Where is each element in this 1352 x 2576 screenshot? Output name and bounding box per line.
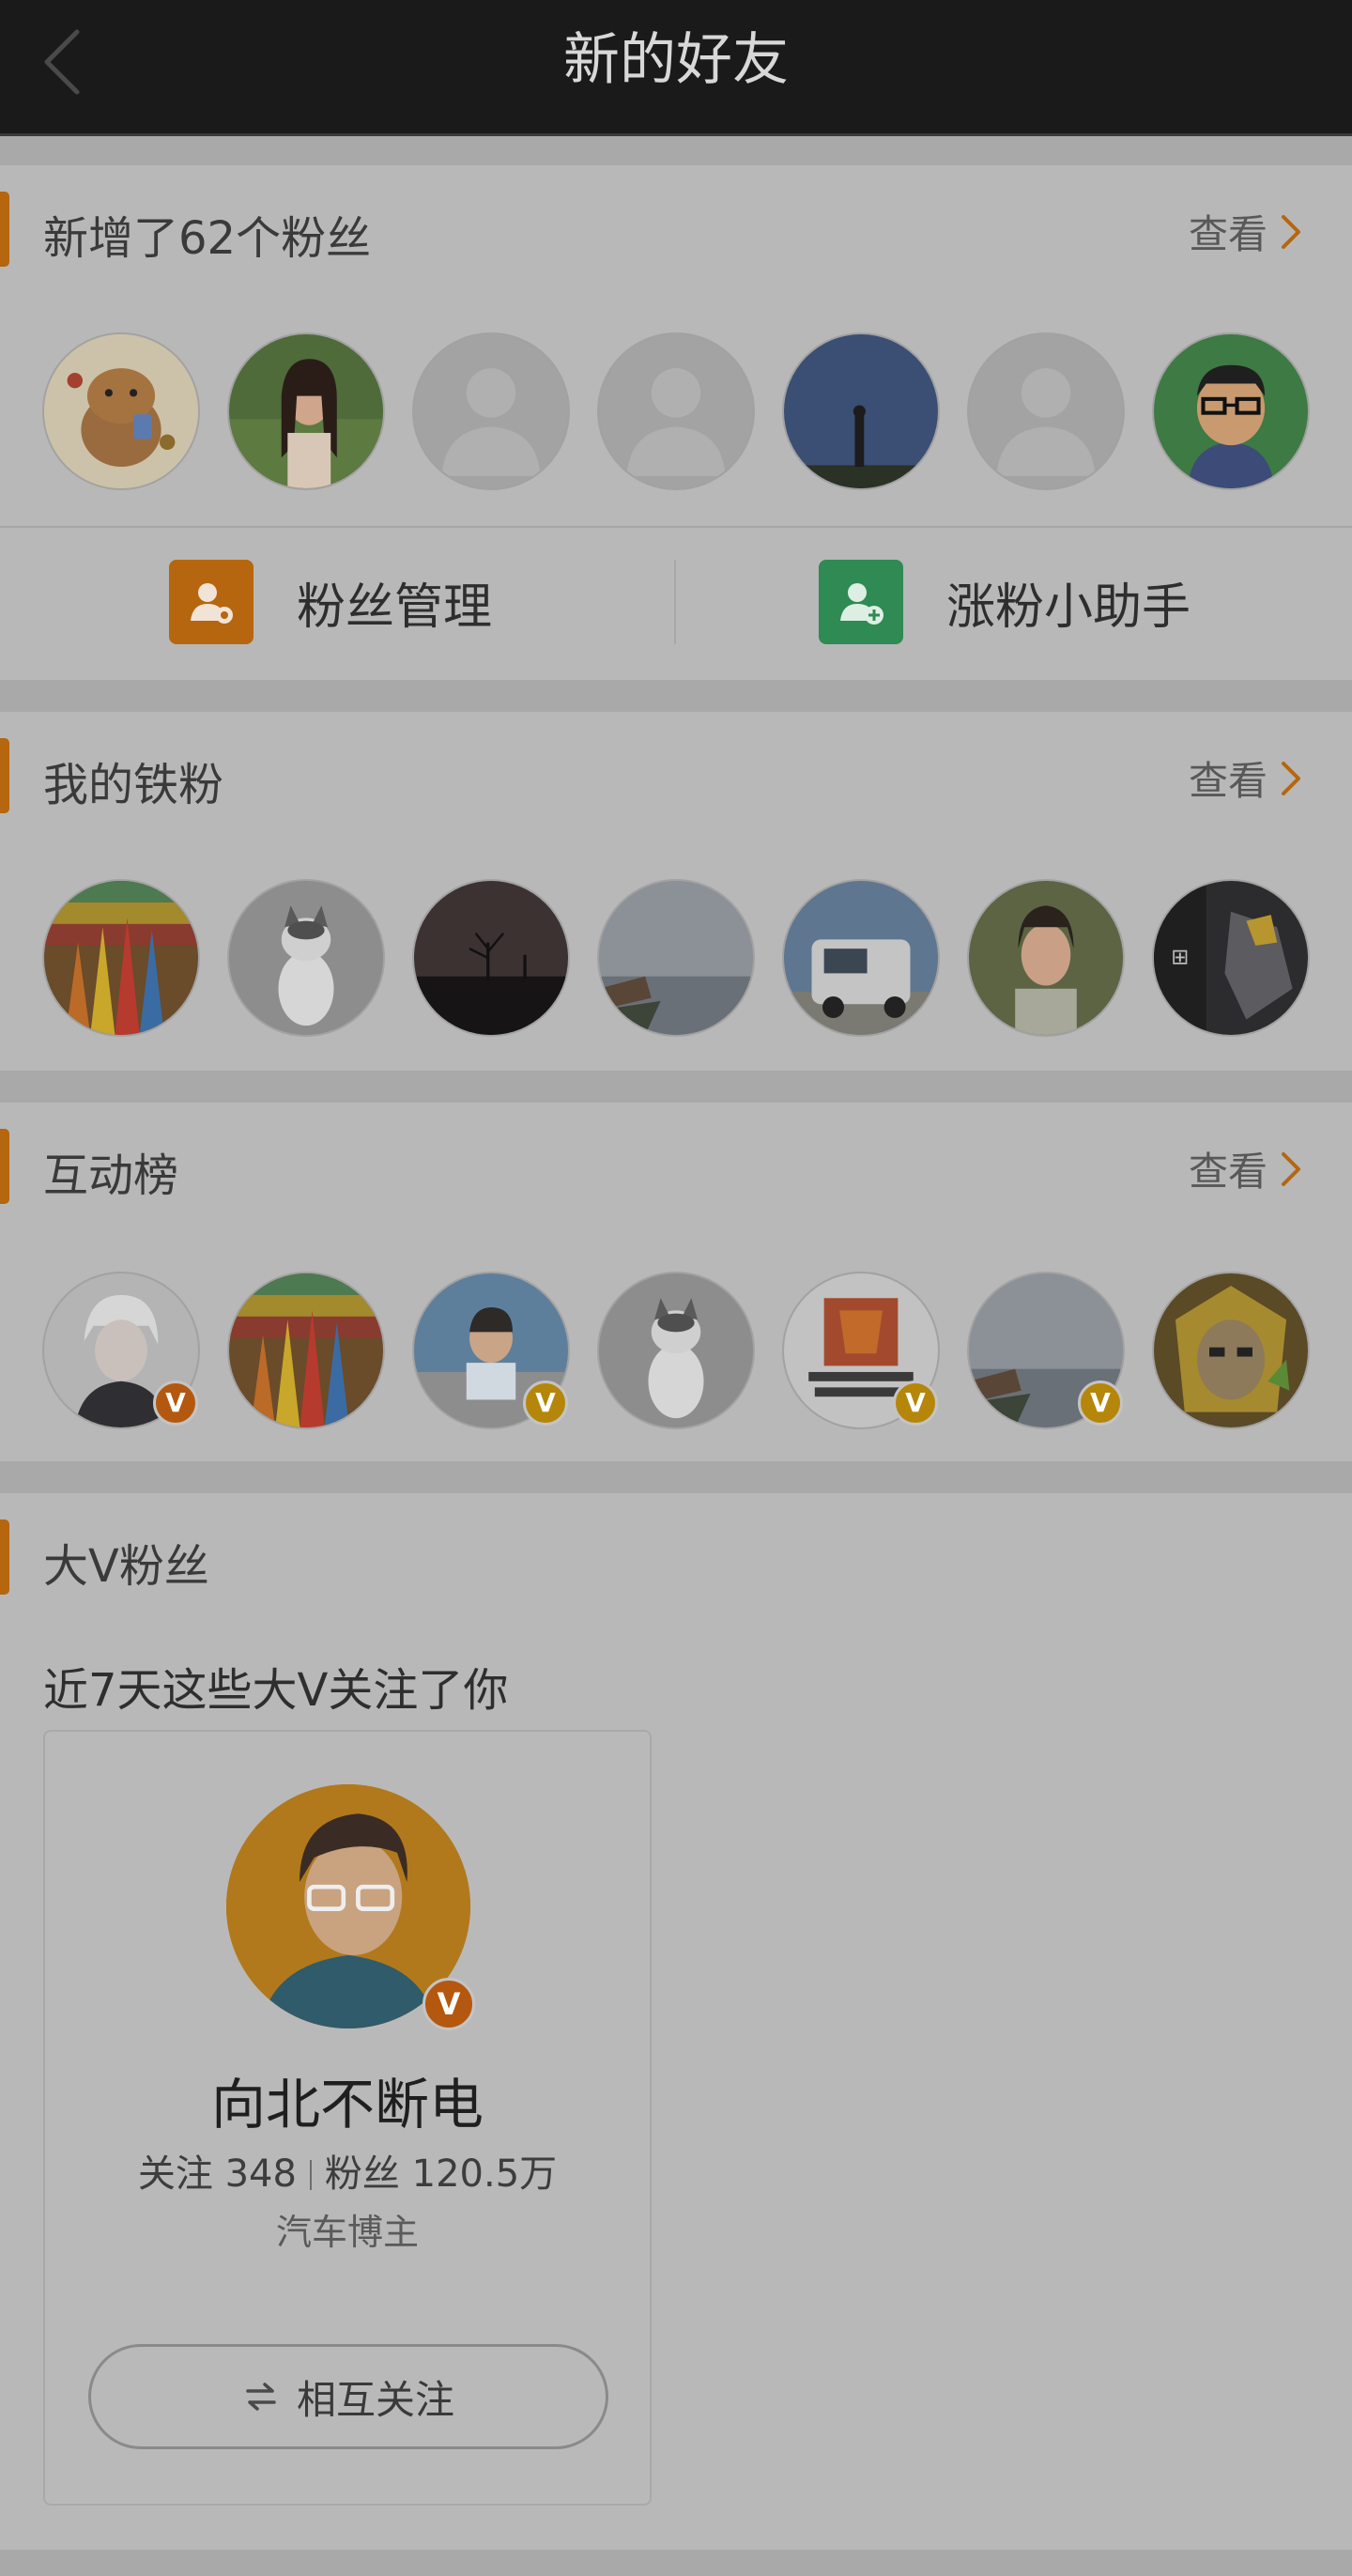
page-title: 新的好友 <box>563 27 789 93</box>
see-more-label: 查看 <box>1188 211 1268 257</box>
top-navigation-bar: 新的好友 <box>0 0 1352 136</box>
follow-label: 关注 <box>137 2152 213 2196</box>
chevron-right-icon <box>1282 761 1300 795</box>
section-accent-bar <box>0 1129 9 1204</box>
iron-fans-section: 我的铁粉 查看 ⊞ <box>0 712 1352 1071</box>
interaction-avatar[interactable] <box>597 1272 755 1429</box>
new-fans-title: 新增了62个粉丝 <box>43 212 372 265</box>
bigv-description: 汽车博主 <box>275 2212 419 2253</box>
interaction-section: 互动榜 查看 V V V V <box>0 1103 1352 1461</box>
mutual-follow-label: 相互关注 <box>296 2376 454 2423</box>
iron-fan-avatar[interactable] <box>42 879 200 1037</box>
interaction-avatar[interactable] <box>1152 1272 1310 1429</box>
fans-count: 120.5万 <box>411 2152 558 2196</box>
fan-avatar-default[interactable] <box>597 332 755 490</box>
bigv-title: 大V粉丝 <box>43 1540 209 1593</box>
svg-text:⊞: ⊞ <box>1171 946 1189 970</box>
see-more-label: 查看 <box>1188 1149 1268 1195</box>
iron-fan-avatar[interactable] <box>782 879 940 1037</box>
interaction-avatars: V V V V <box>0 1272 1352 1431</box>
bigv-stats: 关注 348 粉丝 120.5万 <box>45 2143 650 2198</box>
bigv-user-card[interactable]: V 向北不断电 关注 348 粉丝 120.5万 汽车博主 相互关注 <box>43 1730 652 2506</box>
bigv-subtitle: 近7天这些大V关注了你 <box>43 1664 509 1717</box>
fan-avatar-default[interactable] <box>412 332 570 490</box>
interaction-title: 互动榜 <box>43 1149 179 1202</box>
vip-badge: V <box>422 1978 475 2030</box>
see-more-label: 查看 <box>1188 758 1268 804</box>
fan-helper-icon <box>819 560 903 644</box>
interaction-header: 互动榜 查看 <box>0 1103 1352 1225</box>
iron-fans-header: 我的铁粉 查看 <box>0 712 1352 834</box>
follow-count: 348 <box>224 2152 297 2196</box>
new-fans-section: 新增了62个粉丝 查看 粉丝管理 涨粉小助手 <box>0 165 1352 680</box>
section-accent-bar <box>0 738 9 813</box>
iron-fans-avatars: ⊞ <box>0 879 1352 1039</box>
iron-fan-avatar[interactable]: ⊞ <box>1152 879 1310 1037</box>
fan-manage-button[interactable]: 粉丝管理 <box>169 560 492 644</box>
fan-helper-button[interactable]: 涨粉小助手 <box>819 560 1191 644</box>
new-fans-see-more[interactable]: 查看 <box>1189 203 1303 260</box>
iron-fan-avatar[interactable] <box>597 879 755 1037</box>
chevron-right-icon <box>1282 1151 1300 1186</box>
iron-fan-avatar[interactable] <box>412 879 570 1037</box>
fan-avatar[interactable] <box>782 332 940 490</box>
new-fans-avatars <box>0 332 1352 492</box>
section-accent-bar <box>0 1519 9 1595</box>
fan-manage-label: 粉丝管理 <box>297 578 493 636</box>
fan-helper-label: 涨粉小助手 <box>946 578 1191 636</box>
fans-label: 粉丝 <box>324 2152 400 2196</box>
iron-fan-avatar[interactable] <box>967 879 1125 1037</box>
mutual-follow-button[interactable]: 相互关注 <box>88 2344 608 2449</box>
fan-avatar-default[interactable] <box>967 332 1125 490</box>
fan-avatar[interactable] <box>227 332 385 490</box>
fan-manage-icon <box>169 560 254 644</box>
vip-badge: V <box>1078 1381 1123 1426</box>
swap-arrows-icon <box>246 2383 276 2411</box>
fan-avatar[interactable] <box>42 332 200 490</box>
interaction-avatar[interactable] <box>227 1272 385 1429</box>
vip-badge: V <box>893 1381 938 1426</box>
bigv-username: 向北不断电 <box>210 2073 484 2136</box>
iron-fan-avatar[interactable] <box>227 879 385 1037</box>
iron-fans-see-more[interactable]: 查看 <box>1189 749 1303 807</box>
stats-separator <box>309 2160 312 2190</box>
iron-fans-title: 我的铁粉 <box>43 759 224 811</box>
divider <box>0 526 1352 528</box>
interaction-see-more[interactable]: 查看 <box>1189 1140 1303 1197</box>
section-accent-bar <box>0 192 9 267</box>
vip-badge: V <box>153 1381 198 1426</box>
new-fans-header: 新增了62个粉丝 查看 <box>0 165 1352 287</box>
bigv-header: 大V粉丝 <box>0 1493 1352 1615</box>
fan-avatar[interactable] <box>1152 332 1310 490</box>
tool-divider <box>674 560 676 644</box>
chevron-right-icon <box>1282 214 1300 249</box>
vip-badge: V <box>523 1381 568 1426</box>
